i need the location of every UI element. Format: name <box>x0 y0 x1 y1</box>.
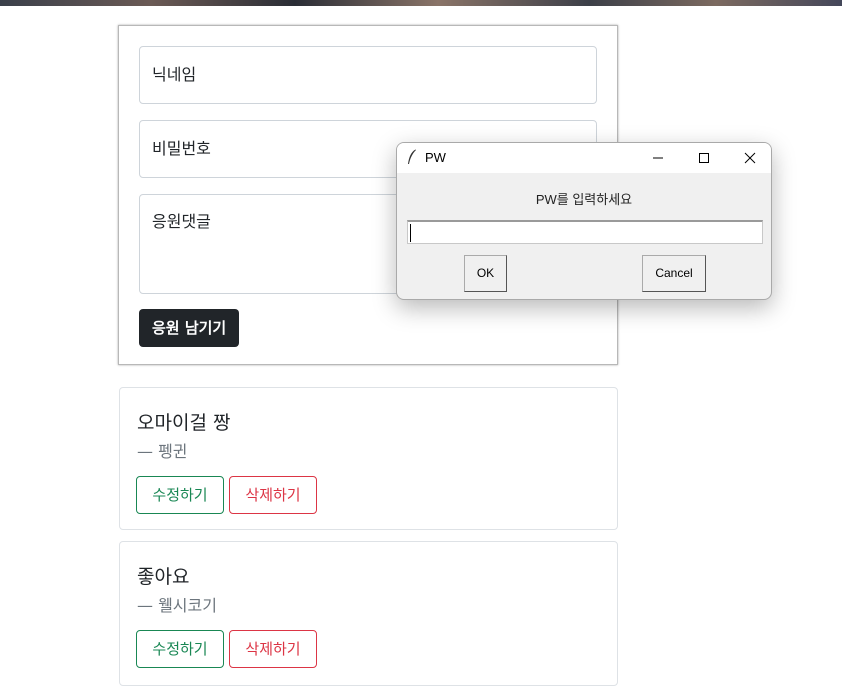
comment-author: — 웰시코기 <box>137 596 217 615</box>
comment-text: 오마이걸 짱 <box>137 412 231 434</box>
edit-button[interactable]: 수정하기 <box>136 630 224 668</box>
nickname-input[interactable]: 닉네임 <box>139 46 597 104</box>
dialog-title: PW <box>425 150 446 165</box>
header-image <box>0 0 842 6</box>
text-caret <box>410 224 411 242</box>
cancel-button[interactable]: Cancel <box>642 255 706 292</box>
delete-button[interactable]: 삭제하기 <box>229 630 317 668</box>
comment-card: 좋아요 — 웰시코기 수정하기 삭제하기 <box>119 541 618 686</box>
password-entry-input[interactable] <box>407 220 763 244</box>
password-placeholder: 비밀번호 <box>152 139 211 158</box>
delete-button[interactable]: 삭제하기 <box>229 476 317 514</box>
close-icon <box>744 152 756 164</box>
submit-comment-button[interactable]: 응원 남기기 <box>139 309 240 347</box>
ok-button[interactable]: OK <box>464 255 507 292</box>
comment-placeholder: 응원댓글 <box>152 212 211 231</box>
minimize-button[interactable] <box>635 143 681 173</box>
close-button[interactable] <box>727 143 771 173</box>
maximize-icon <box>699 153 709 163</box>
nickname-placeholder: 닉네임 <box>152 65 197 84</box>
edit-button[interactable]: 수정하기 <box>136 476 224 514</box>
comment-text: 좋아요 <box>137 566 190 588</box>
maximize-button[interactable] <box>681 143 727 173</box>
feather-icon <box>407 149 417 165</box>
password-dialog: PW PW를 입력하세요 OK Cancel <box>396 142 772 300</box>
comment-author: — 펭귄 <box>137 442 188 461</box>
comment-card: 오마이걸 짱 — 펭귄 수정하기 삭제하기 <box>119 387 618 530</box>
dialog-prompt: PW를 입력하세요 <box>535 192 633 207</box>
minimize-icon <box>653 157 663 159</box>
dialog-titlebar[interactable]: PW <box>397 143 771 173</box>
